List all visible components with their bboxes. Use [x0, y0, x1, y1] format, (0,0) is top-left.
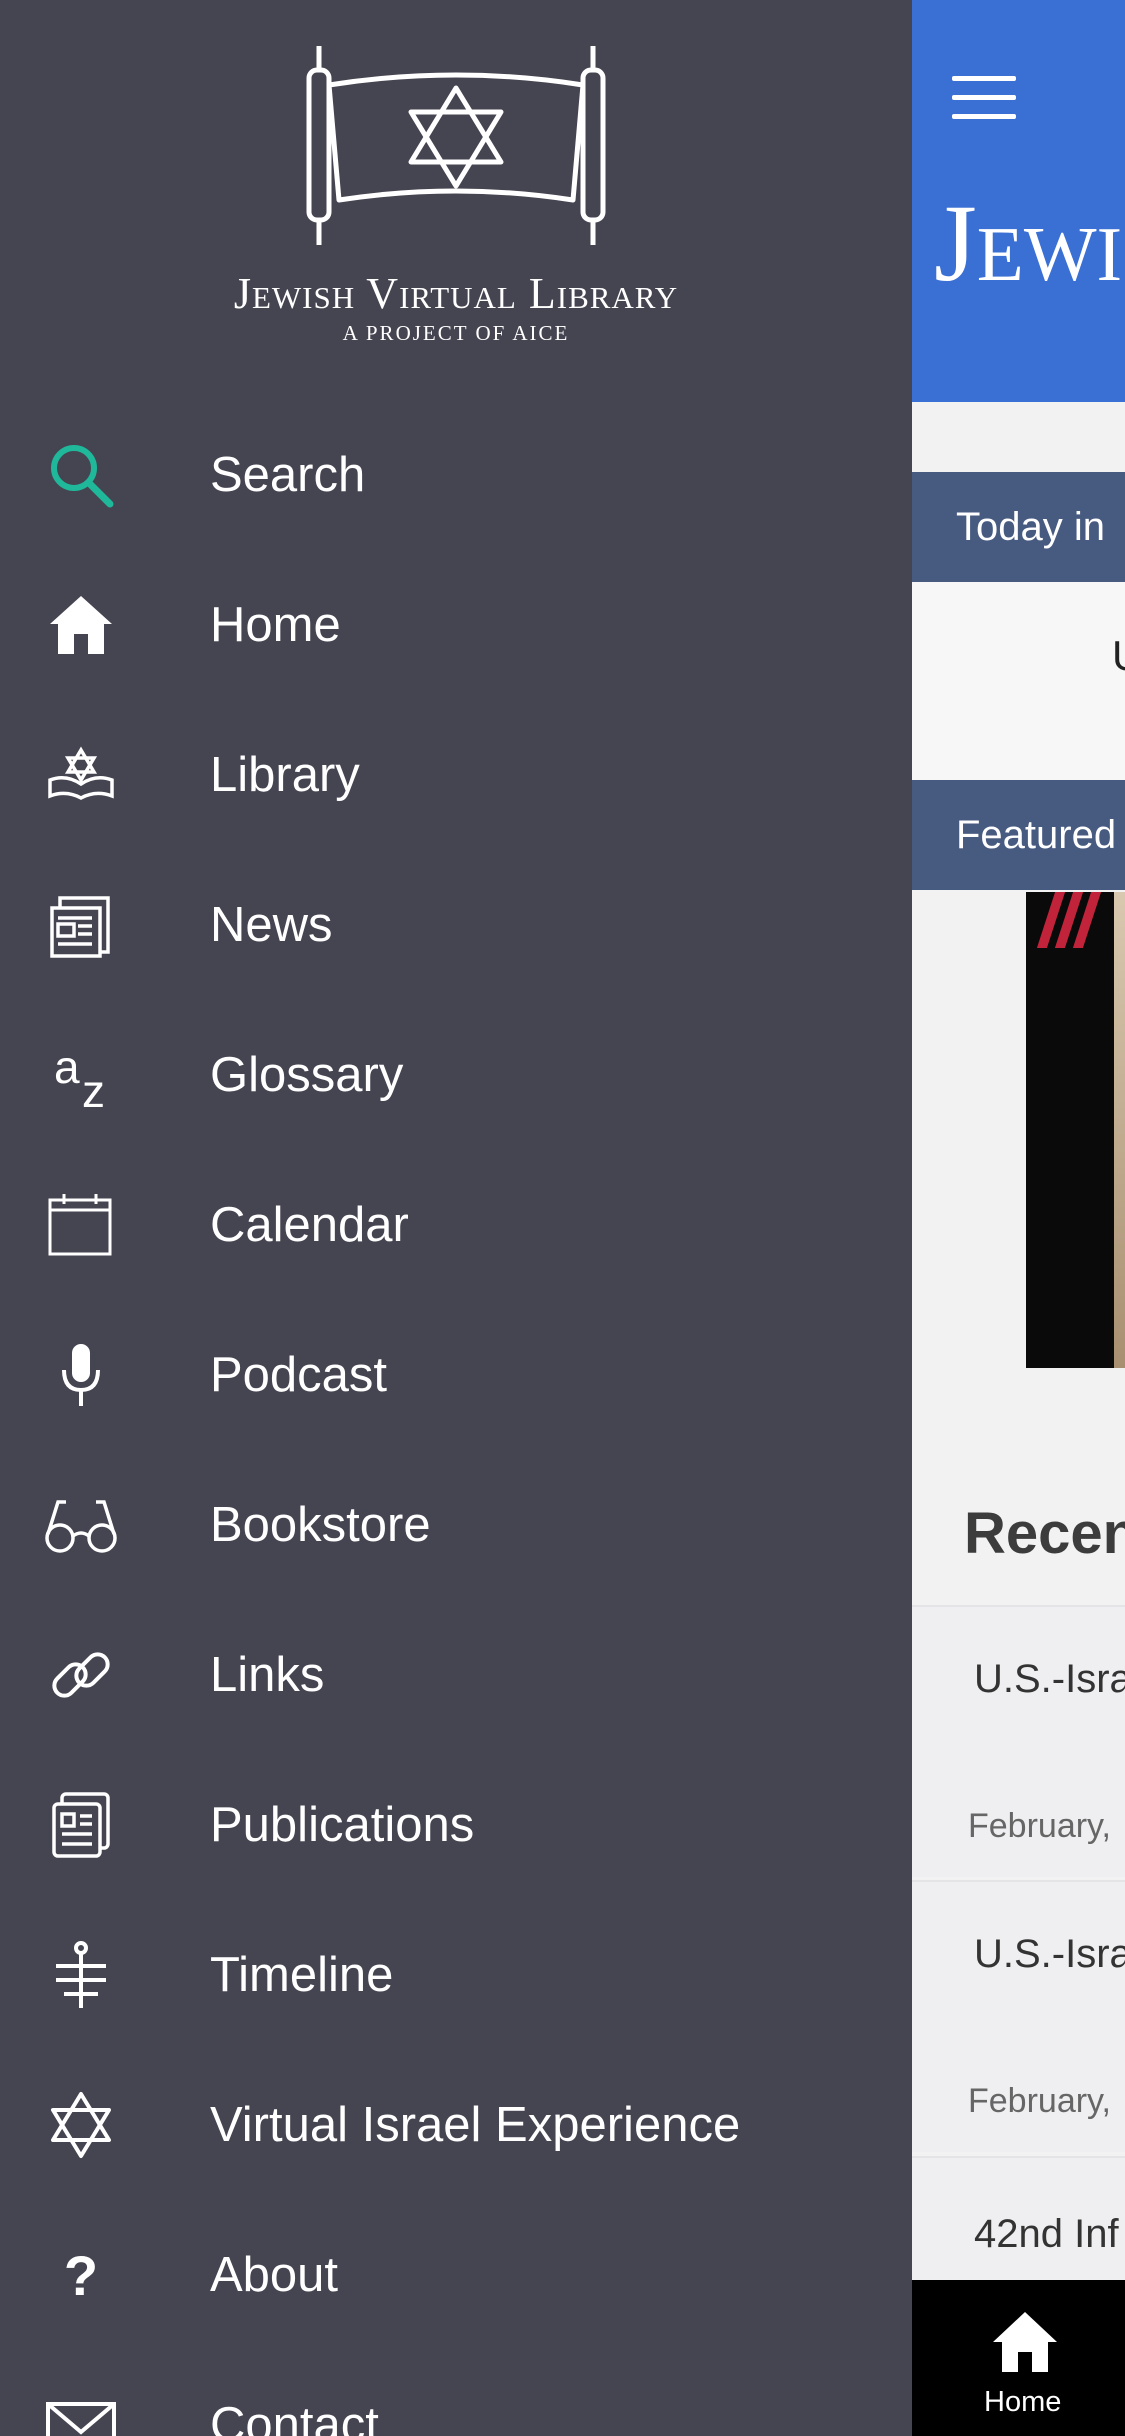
menu-item-search[interactable]: Search	[0, 400, 912, 550]
publications-icon	[40, 1784, 122, 1866]
recent-item-headline: 42nd Inf	[974, 2212, 1119, 2256]
menu-item-library[interactable]: Library	[0, 700, 912, 850]
menu-item-bookstore[interactable]: Bookstore	[0, 1450, 912, 1600]
microphone-icon	[40, 1334, 122, 1416]
home-icon	[40, 584, 122, 666]
recent-section-title: Recen	[964, 1501, 1125, 1566]
search-icon	[40, 434, 122, 516]
glasses-icon	[40, 1484, 122, 1566]
menu-label-publications: Publications	[210, 1798, 475, 1852]
menu-item-news[interactable]: News	[0, 850, 912, 1000]
timeline-icon	[40, 1934, 122, 2016]
recent-item-headline: U.S.-Isra	[974, 1657, 1125, 1701]
featured-image[interactable]	[1026, 892, 1125, 1368]
recent-item[interactable]: U.S.-Isra February,	[912, 1605, 1125, 1877]
menu-label-timeline: Timeline	[210, 1948, 394, 2002]
menu-label-glossary: Glossary	[210, 1048, 404, 1102]
menu-item-about[interactable]: ? About	[0, 2200, 912, 2350]
app-header: Jewi	[912, 0, 1125, 402]
today-text: U	[1112, 632, 1125, 680]
glossary-glyph-z: z	[82, 1065, 105, 1117]
menu-item-contact[interactable]: Contact	[0, 2350, 912, 2436]
featured-section-header: Featured	[912, 780, 1125, 890]
tab-home-label: Home	[984, 2386, 1062, 2418]
star-of-david-icon	[40, 2084, 122, 2166]
navigation-drawer: Jewish Virtual Library A PROJECT OF AICE…	[0, 0, 912, 2436]
header-title: Jewi	[934, 182, 1123, 304]
home-tab-icon	[993, 2312, 1057, 2372]
menu-item-publications[interactable]: Publications	[0, 1750, 912, 1900]
about-glyph: ?	[63, 2243, 99, 2307]
mail-icon	[40, 2384, 122, 2436]
menu-item-podcast[interactable]: Podcast	[0, 1300, 912, 1450]
tab-bar: Home	[912, 2280, 1125, 2436]
logo-subtitle: A PROJECT OF AICE	[342, 321, 570, 345]
recent-item[interactable]: U.S.-Isra February,	[912, 1880, 1125, 2152]
glossary-icon: a z	[40, 1034, 122, 1117]
menu-label-news: News	[210, 898, 333, 952]
menu-label-search: Search	[210, 448, 366, 502]
menu-label-home: Home	[210, 598, 341, 652]
recent-item-date: February,	[968, 2082, 1111, 2120]
menu-label-about: About	[210, 2248, 339, 2302]
calendar-icon	[40, 1184, 122, 1266]
menu-item-home[interactable]: Home	[0, 550, 912, 700]
menu-item-calendar[interactable]: Calendar	[0, 1150, 912, 1300]
recent-item-date: February,	[968, 1807, 1111, 1845]
news-icon	[40, 884, 122, 966]
menu-item-timeline[interactable]: Timeline	[0, 1900, 912, 2050]
menu-label-bookstore: Bookstore	[210, 1498, 431, 1552]
menu-label-contact: Contact	[210, 2398, 379, 2436]
torah-scroll-logo-icon	[306, 46, 606, 245]
menu-label-links: Links	[210, 1648, 325, 1702]
link-icon	[40, 1634, 122, 1716]
menu-label-library: Library	[210, 748, 360, 802]
question-icon: ?	[40, 2234, 122, 2316]
menu-item-links[interactable]: Links	[0, 1600, 912, 1750]
glossary-glyph-a: a	[54, 1041, 80, 1093]
library-icon	[40, 734, 122, 816]
menu-item-glossary[interactable]: a z Glossary	[0, 1000, 912, 1150]
recent-item-headline: U.S.-Isra	[974, 1932, 1125, 1976]
menu-label-podcast: Podcast	[210, 1348, 388, 1402]
main-content: Jewi Today in U Featured Recen U.S.-Isra…	[912, 0, 1125, 2436]
today-section-body[interactable]: U	[912, 582, 1125, 780]
today-section-header: Today in	[912, 472, 1125, 582]
logo-title: Jewish Virtual Library	[233, 269, 679, 318]
menu-item-virtual-israel-experience[interactable]: Virtual Israel Experience	[0, 2050, 912, 2200]
hamburger-menu-icon[interactable]	[952, 76, 1016, 120]
drawer-menu: Search Home Library News a z Glossary Ca…	[0, 400, 912, 2436]
menu-label-virtual-israel-experience: Virtual Israel Experience	[210, 2098, 741, 2152]
menu-label-calendar: Calendar	[210, 1198, 409, 1252]
jvl-logo[interactable]: Jewish Virtual Library A PROJECT OF AICE	[0, 40, 912, 360]
